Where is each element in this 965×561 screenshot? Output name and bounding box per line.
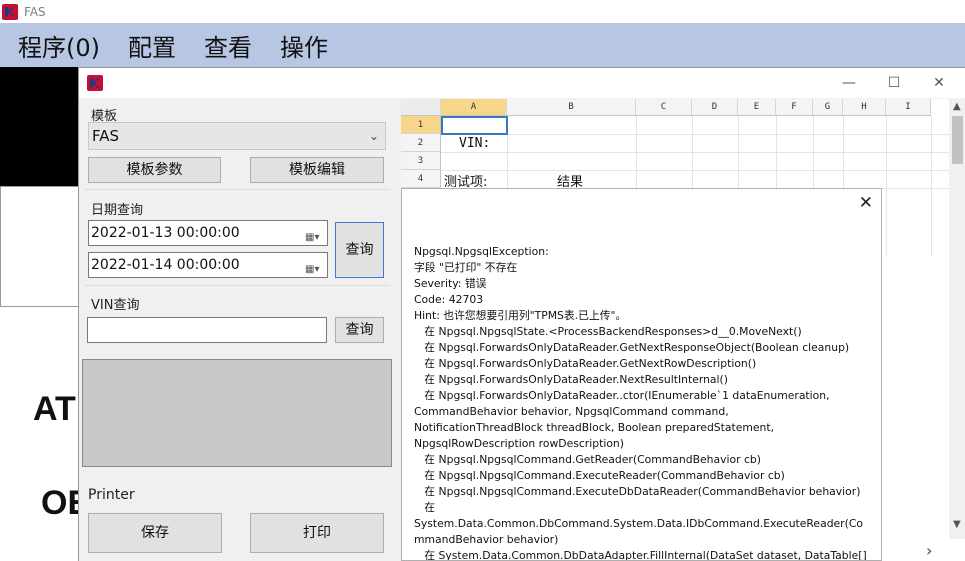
gridline (441, 170, 949, 171)
preview-panel (82, 359, 392, 467)
error-dialog: ✕ Npgsql.NpgsqlException: 字段 "已打印" 不存在 S… (401, 188, 882, 561)
background-box (0, 186, 80, 307)
error-message: Npgsql.NpgsqlException: 字段 "已打印" 不存在 Sev… (414, 245, 867, 561)
column-header[interactable]: I (886, 99, 931, 116)
calendar-icon[interactable]: ▦▾ (305, 258, 323, 275)
divider (85, 285, 390, 286)
print-button[interactable]: 打印 (250, 513, 384, 553)
maximize-button[interactable]: ☐ (879, 72, 909, 94)
scroll-up-icon[interactable]: ▲ (953, 101, 961, 112)
column-header[interactable]: H (843, 99, 886, 116)
calendar-icon[interactable]: ▦▾ (305, 226, 323, 243)
scroll-down-icon[interactable]: ▼ (953, 519, 961, 530)
divider (85, 189, 390, 190)
column-header[interactable]: A (441, 99, 507, 116)
date-query-button[interactable]: 查询 (335, 222, 384, 278)
column-header[interactable]: D (692, 99, 738, 116)
vin-input[interactable] (87, 317, 327, 343)
sheet-corner[interactable] (401, 99, 441, 116)
vin-group-label: VIN查询 (91, 298, 140, 313)
close-button[interactable]: ✕ (924, 72, 954, 94)
date-start-value: 2022-01-13 00:00:00 (91, 225, 240, 241)
cell-a2[interactable]: VIN: (459, 136, 490, 151)
menu-operate[interactable]: 操作 (280, 28, 328, 63)
template-edit-button[interactable]: 模板编辑 (250, 157, 384, 183)
desktop: FAS 程序(0) 配置 查看 操作 AT OE — ☐ ✕ 模板 FAS ⌄ … (0, 0, 965, 561)
scrollbar-thumb[interactable] (952, 116, 963, 164)
menu-program[interactable]: 程序(0) (18, 28, 100, 63)
error-close-button[interactable]: ✕ (859, 193, 873, 213)
printer-label: Printer (88, 487, 135, 503)
background-text-at: AT (33, 390, 76, 428)
date-end-picker[interactable]: 2022-01-14 00:00:00 ▦▾ (88, 252, 328, 278)
menu-view[interactable]: 查看 (204, 28, 252, 63)
row-header[interactable]: 1 (401, 116, 441, 134)
row-header[interactable]: 2 (401, 134, 441, 152)
column-header[interactable]: F (776, 99, 813, 116)
menu-config[interactable]: 配置 (128, 28, 176, 63)
gridline (886, 116, 887, 256)
date-group-label: 日期查询 (91, 203, 144, 218)
template-params-button[interactable]: 模板参数 (88, 157, 221, 183)
template-select[interactable]: FAS ⌄ (88, 122, 386, 150)
column-header[interactable]: G (813, 99, 843, 116)
menubar: 程序(0) 配置 查看 操作 (0, 23, 965, 67)
vin-query-button[interactable]: 查询 (335, 317, 384, 343)
app-titlebar: FAS (0, 0, 965, 23)
date-end-value: 2022-01-14 00:00:00 (91, 257, 240, 273)
vertical-scrollbar[interactable]: ▲ ▼ (949, 99, 965, 539)
row-header[interactable]: 3 (401, 152, 441, 170)
minimize-button[interactable]: — (834, 72, 864, 94)
save-button[interactable]: 保存 (88, 513, 222, 553)
column-header[interactable]: B (507, 99, 636, 116)
gridline (441, 134, 949, 135)
date-start-picker[interactable]: 2022-01-13 00:00:00 ▦▾ (88, 220, 328, 246)
gridline (441, 152, 949, 153)
template-select-value: FAS (92, 127, 120, 145)
app-title: FAS (24, 4, 46, 19)
row-header[interactable]: 4 (401, 170, 441, 188)
chevron-down-icon: ⌄ (368, 129, 379, 143)
dialog-logo-icon (87, 75, 103, 91)
gridline (931, 116, 932, 256)
dialog-titlebar: — ☐ ✕ (79, 68, 965, 98)
column-header[interactable]: C (636, 99, 692, 116)
scroll-right-icon[interactable]: › (926, 541, 932, 560)
selected-cell-a1[interactable] (441, 116, 508, 135)
app-logo-icon (2, 3, 18, 20)
column-header[interactable]: E (738, 99, 776, 116)
